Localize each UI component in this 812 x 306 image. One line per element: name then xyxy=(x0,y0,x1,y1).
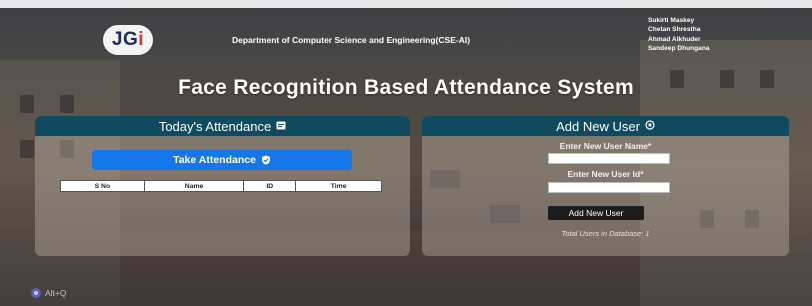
add-user-panel: Add New User Enter New User Name* Enter … xyxy=(422,116,789,256)
logo-accent: i xyxy=(138,29,145,50)
assistant-icon xyxy=(31,288,41,298)
top-strip xyxy=(0,0,812,8)
department-name: Department of Computer Science and Engin… xyxy=(232,35,471,45)
member-name: Ahmad Alkhuder xyxy=(648,35,701,43)
attendance-panel-title: Today's Attendance xyxy=(158,118,272,134)
member-name: Chetan Shrestha xyxy=(648,26,701,34)
total-users-text: Total Users in Database: 1 xyxy=(561,229,650,238)
user-id-input[interactable] xyxy=(548,182,670,193)
column-header-time: Time xyxy=(295,180,382,192)
team-members: Sukirti Maskey Chetan Shrestha Ahmad Alk… xyxy=(648,16,710,53)
attendance-panel-header: Today's Attendance xyxy=(35,116,410,136)
add-user-panel-header: Add New User xyxy=(422,116,789,136)
shortcut-label: Alt+Q xyxy=(45,288,67,298)
logo-text: JG xyxy=(111,29,139,50)
page-title: Face Recognition Based Attendance System xyxy=(178,76,634,99)
add-user-panel-title: Add New User xyxy=(556,118,640,134)
take-attendance-label: Take Attendance xyxy=(173,154,256,166)
shield-check-icon xyxy=(261,155,271,165)
user-name-input[interactable] xyxy=(548,153,670,164)
attendance-panel: Today's Attendance Take Attendance S No … xyxy=(35,116,410,256)
column-header-id: ID xyxy=(243,180,297,192)
calendar-icon xyxy=(276,120,286,133)
column-header-sno: S No xyxy=(60,180,145,192)
user-add-icon xyxy=(645,119,655,133)
member-name: Sukirti Maskey xyxy=(648,17,695,24)
attendance-table: S No Name ID Time xyxy=(60,180,382,192)
user-name-label: Enter New User Name* xyxy=(559,141,652,151)
member-name: Sandeep Dhungana xyxy=(648,44,710,52)
take-attendance-button[interactable]: Take Attendance xyxy=(92,150,352,170)
user-id-label: Enter New User Id* xyxy=(567,169,644,179)
table-header-row: S No Name ID Time xyxy=(60,180,382,192)
jgi-logo: JG i xyxy=(103,25,153,55)
add-new-user-button[interactable]: Add New User xyxy=(548,206,644,220)
column-header-name: Name xyxy=(143,180,245,192)
alt-q-shortcut[interactable]: Alt+Q xyxy=(31,288,67,298)
